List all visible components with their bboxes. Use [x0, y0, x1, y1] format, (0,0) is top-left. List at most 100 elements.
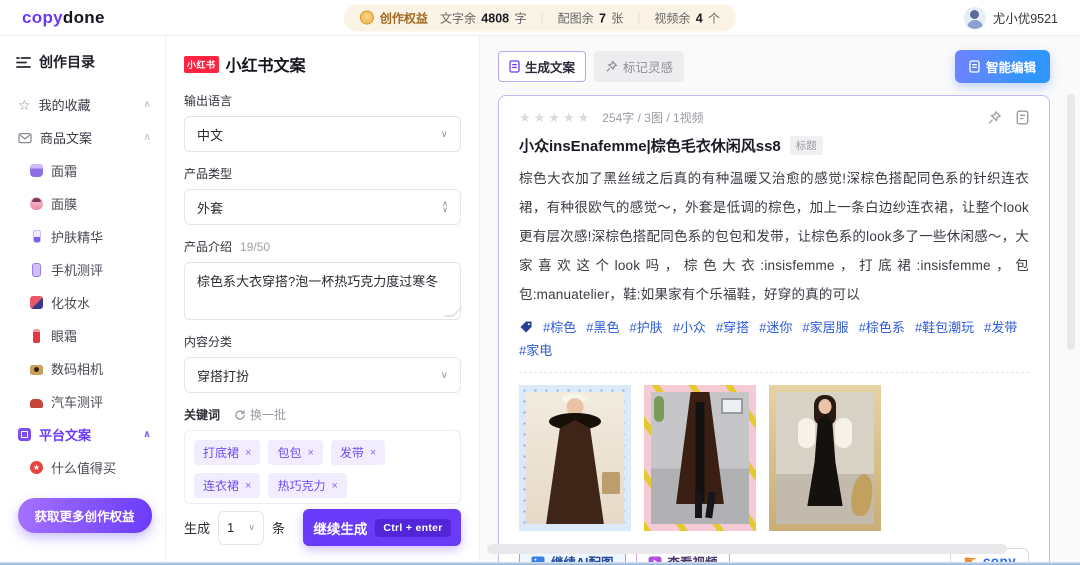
remove-tag-icon[interactable]: × [245, 447, 251, 459]
tag-icon [520, 321, 532, 332]
generated-images-row [519, 385, 1029, 531]
sidebar-item-digital-camera[interactable]: 数码相机 [16, 352, 153, 385]
video-quota-unit: 个 [708, 11, 721, 25]
catalog-menu-icon [16, 56, 31, 68]
product-intro-textarea[interactable]: 棕色系大衣穿搭?泡一杯热巧克力度过寒冬 [184, 262, 461, 320]
tab-generated-copy[interactable]: 生成文案 [498, 51, 587, 82]
hashtag[interactable]: #棕色系 [859, 317, 905, 336]
sidebar: 创作目录 ☆ 我的收藏 ∧ 商品文案 ∧ 面霜 面膜 护肤精华 手机测评 化妆水… [0, 36, 166, 562]
generated-image-1[interactable] [519, 385, 631, 531]
hashtag[interactable]: #穿搭 [716, 317, 749, 336]
vertical-scrollbar[interactable] [1067, 94, 1075, 350]
sidebar-section-platform-copy[interactable]: 平台文案 ∧ [16, 418, 153, 451]
hashtag[interactable]: #黑色 [586, 317, 619, 336]
generated-image-3[interactable] [769, 385, 881, 531]
item-label: 面膜 [51, 197, 78, 212]
refresh-label: 换一批 [250, 408, 287, 422]
keyword-tag[interactable]: 包包 × [268, 440, 323, 465]
text-quota-value: 4808 [481, 11, 510, 25]
generate-button-label: 继续生成 [313, 521, 368, 537]
tag-label: 连衣裙 [203, 479, 240, 493]
sidebar-item-face-cream[interactable]: 面霜 [16, 154, 153, 187]
title-badge: 标题 [789, 136, 823, 155]
generate-label: 生成 [184, 521, 211, 536]
item-label: 手机测评 [51, 263, 104, 278]
sidebar-item-car-review[interactable]: 汽车测评 [16, 385, 153, 418]
coin-icon [359, 10, 374, 25]
video-quota-label: 视频余 [654, 11, 691, 25]
hashtag[interactable]: #家电 [519, 340, 552, 359]
hashtag[interactable]: #护肤 [629, 317, 662, 336]
export-document-icon[interactable] [1016, 110, 1029, 125]
sidebar-section-product-copy[interactable]: 商品文案 ∧ [16, 121, 153, 154]
chevron-up-icon[interactable]: ∧ [143, 429, 151, 440]
content-category-value: 穿搭打扮 [197, 368, 250, 384]
keyword-tag[interactable]: 热巧克力 × [268, 473, 347, 498]
hashtag[interactable]: #鞋包潮玩 [915, 317, 974, 336]
serum-bottle-icon [32, 230, 41, 243]
image-quota-unit: 张 [611, 11, 624, 25]
text-quota-unit: 字 [514, 11, 527, 25]
refresh-icon [235, 409, 245, 420]
refresh-keywords-button[interactable]: 换一批 [234, 406, 286, 423]
output-language-value: 中文 [197, 127, 224, 143]
copydone-logo[interactable]: copydone [22, 8, 105, 28]
generate-count-value: 1 [227, 520, 235, 535]
tab-mark-inspiration[interactable]: 标记灵感 [594, 51, 685, 82]
video-quota: 视频余 4 个 [654, 9, 720, 26]
remove-tag-icon[interactable]: × [370, 447, 376, 459]
generated-image-2[interactable] [644, 385, 756, 531]
chevron-down-icon: ∨ [440, 128, 448, 140]
remove-tag-icon[interactable]: × [245, 480, 251, 492]
stepper-down-icon[interactable]: ∨ [442, 206, 448, 214]
sidebar-item-smzdm[interactable]: 什么值得买 [16, 451, 153, 484]
output-language-select[interactable]: 中文 ∨ [184, 116, 461, 152]
tag-label: 发带 [339, 446, 364, 460]
horizontal-scrollbar[interactable] [487, 544, 1007, 554]
get-more-benefits-button[interactable]: 获取更多创作权益 [17, 498, 152, 533]
smart-edit-button[interactable]: 智能编辑 [954, 50, 1050, 83]
hashtag[interactable]: #家居服 [802, 317, 848, 336]
content-category-select[interactable]: 穿搭打扮 ∨ [184, 357, 461, 393]
sidebar-item-favorites[interactable]: ☆ 我的收藏 ∧ [16, 88, 153, 121]
pin-icon [606, 60, 618, 72]
stepper-icon: ∧ ∨ [442, 200, 448, 214]
rating-stars[interactable]: ★★★★★ [519, 110, 592, 126]
video-quota-value: 4 [695, 11, 703, 25]
keyword-tag[interactable]: 连衣裙 × [194, 473, 261, 498]
sidebar-item-toner[interactable]: 化妆水 [16, 286, 153, 319]
remove-tag-icon[interactable]: × [307, 447, 313, 459]
pin-icon[interactable] [987, 110, 1002, 125]
tab-label: 生成文案 [525, 61, 576, 75]
chevron-up-icon[interactable]: ∧ [144, 99, 151, 110]
hashtag[interactable]: #棕色 [543, 317, 576, 336]
remove-tag-icon[interactable]: × [331, 480, 337, 492]
product-type-select[interactable]: 外套 ∧ ∨ [184, 189, 461, 225]
product-intro-label: 产品介绍 [184, 240, 233, 254]
sidebar-item-face-mask[interactable]: 面膜 [16, 187, 153, 220]
sidebar-item-phone-review[interactable]: 手机测评 [16, 253, 153, 286]
hashtag[interactable]: #小众 [673, 317, 706, 336]
tab-label: 标记灵感 [623, 61, 674, 75]
generate-unit: 条 [272, 521, 286, 536]
image-quota: 配图余 7 张 [558, 9, 624, 26]
keyword-tag[interactable]: 发带 × [330, 440, 386, 465]
keyword-tag[interactable]: 打底裙 × [194, 440, 261, 465]
generate-count-select[interactable]: 1 ∨ [218, 510, 265, 545]
continue-generate-button[interactable]: 继续生成 Ctrl + enter [303, 509, 461, 546]
hashtag[interactable]: #迷你 [759, 317, 792, 336]
sidebar-item-eye-cream[interactable]: 眼霜 [16, 319, 153, 352]
text-quota-label: 文字余 [439, 11, 476, 25]
tag-label: 打底裙 [203, 446, 240, 460]
chevron-down-icon: ∨ [440, 369, 448, 381]
user-menu[interactable]: 尤小优9521 [963, 6, 1058, 29]
eye-cream-icon [33, 328, 40, 343]
hashtag[interactable]: #发带 [984, 317, 1017, 336]
toner-icon [30, 296, 43, 309]
creation-benefits-pill: 创作权益 文字余 4808 字 | 配图余 7 张 | 视频余 4 个 [343, 4, 737, 31]
app-window: copydone 创作权益 文字余 4808 字 | 配图余 7 张 | 视频余… [0, 0, 1080, 565]
item-label: 眼霜 [51, 329, 78, 344]
chevron-up-icon[interactable]: ∧ [144, 132, 151, 143]
sidebar-item-skincare-serum[interactable]: 护肤精华 [16, 220, 153, 253]
hashtags-row: #棕色 #黑色 #护肤 #小众 #穿搭 #迷你 #家居服 #棕色系 #鞋包潮玩 … [519, 317, 1029, 359]
